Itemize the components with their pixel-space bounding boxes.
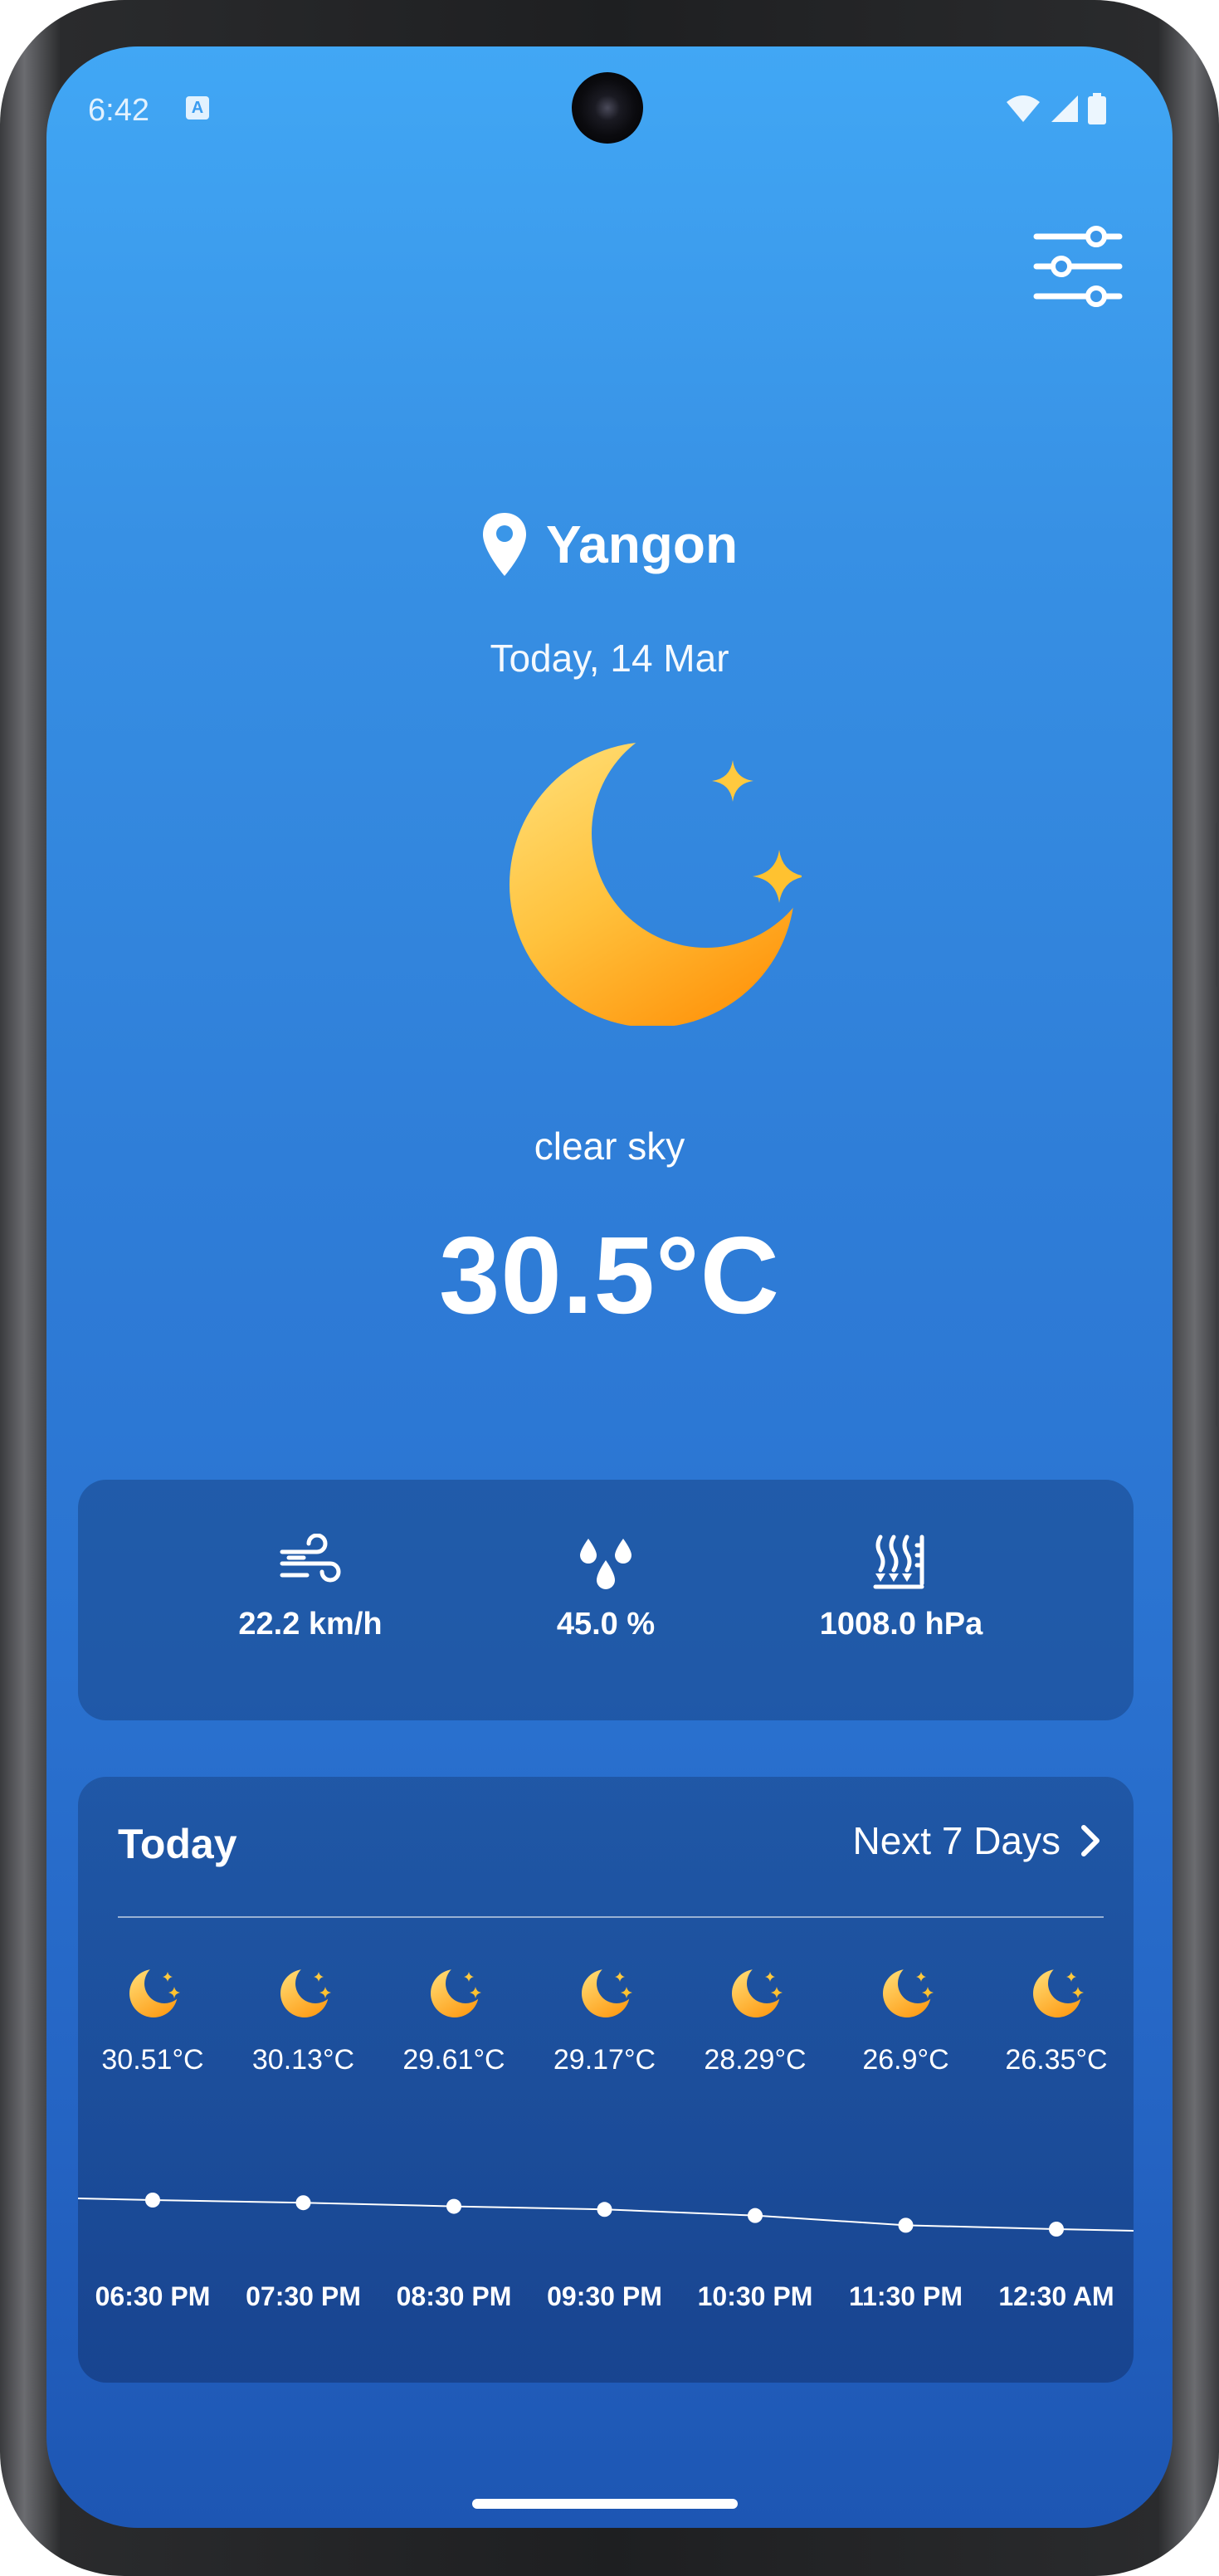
location-name: Yangon <box>545 515 739 574</box>
wifi-icon <box>1007 95 1040 122</box>
moon-icon <box>277 1964 332 2018</box>
hourly-temp: 28.29°C <box>704 2044 807 2076</box>
hourly-item[interactable]: 29.17°C 09:30 PM <box>530 1777 680 2383</box>
hourly-forecast-card: Today Next 7 Days 30.51°C 06:30 PM 30.13°C… <box>78 1777 1134 2383</box>
hourly-temp: 26.35°C <box>1005 2044 1108 2076</box>
moon-icon <box>729 1964 783 2018</box>
current-temperature: 30.5°C <box>438 1214 781 1336</box>
phone-frame: 6:42 A Yangon Today, 14 Mar clear sky 30… <box>0 0 1219 2576</box>
status-icons <box>1005 93 1106 124</box>
hourly-item[interactable]: 29.61°C 08:30 PM <box>379 1777 529 2383</box>
hourly-time: 09:30 PM <box>547 2281 662 2311</box>
wind-stat: 22.2 km/h <box>161 1480 460 1720</box>
signal-icon <box>1051 95 1078 122</box>
home-indicator[interactable] <box>472 2499 738 2509</box>
battery-icon <box>1088 93 1106 124</box>
humidity-stat: 45.0 % <box>456 1480 755 1720</box>
hourly-item[interactable]: 30.13°C 07:30 PM <box>229 1777 378 2383</box>
moon-icon <box>1030 1964 1085 2018</box>
power-button <box>1216 822 1219 988</box>
settings-button[interactable] <box>1022 208 1138 324</box>
app-screen: 6:42 A Yangon Today, 14 Mar clear sky 30… <box>46 46 1173 2528</box>
weather-condition: clear sky <box>534 1125 685 1168</box>
hourly-time: 06:30 PM <box>95 2281 211 2311</box>
hourly-item[interactable]: 26.35°C 12:30 AM <box>982 1777 1131 2383</box>
pressure-stat: 1008.0 hPa <box>752 1480 1051 1720</box>
hourly-item[interactable]: 26.9°C 11:30 PM <box>831 1777 981 2383</box>
wind-icon <box>280 1534 341 1583</box>
humidity-icon <box>580 1539 631 1589</box>
hourly-temp: 30.51°C <box>101 2044 204 2076</box>
moon-icon <box>578 1964 633 2018</box>
pressure-icon <box>873 1534 924 1589</box>
pressure-value: 1008.0 hPa <box>819 1607 983 1642</box>
hourly-time: 07:30 PM <box>246 2281 361 2311</box>
sliders-icon <box>1033 226 1123 307</box>
hourly-time: 10:30 PM <box>697 2281 813 2311</box>
hourly-temp: 29.61°C <box>402 2044 505 2076</box>
moon-icon <box>427 1964 482 2018</box>
current-date: Today, 14 Mar <box>490 637 729 680</box>
volume-button <box>1216 1112 1219 1427</box>
status-time: 6:42 <box>88 93 149 128</box>
notification-icon: A <box>186 96 209 120</box>
front-camera <box>572 72 643 144</box>
hourly-item[interactable]: 30.51°C 06:30 PM <box>78 1777 227 2383</box>
location-pin-icon <box>482 513 526 576</box>
location-header[interactable]: Yangon <box>46 511 1173 578</box>
hourly-temp: 26.9°C <box>862 2044 949 2076</box>
weather-stats-card: 22.2 km/h 45.0 % 1008.0 hPa <box>78 1480 1134 1720</box>
moon-icon <box>880 1964 934 2018</box>
hourly-time: 08:30 PM <box>396 2281 512 2311</box>
wind-value: 22.2 km/h <box>238 1607 383 1642</box>
hourly-temp: 30.13°C <box>251 2044 355 2076</box>
humidity-value: 45.0 % <box>556 1607 656 1642</box>
hourly-time: 11:30 PM <box>849 2281 963 2311</box>
status-bar: 6:42 A <box>46 46 1173 146</box>
hourly-temp: 29.17°C <box>553 2044 656 2076</box>
hourly-item[interactable]: 28.29°C 10:30 PM <box>680 1777 830 2383</box>
moon-icon <box>126 1964 181 2018</box>
hourly-time: 12:30 AM <box>998 2281 1114 2311</box>
moon-stars-icon <box>510 742 802 1026</box>
